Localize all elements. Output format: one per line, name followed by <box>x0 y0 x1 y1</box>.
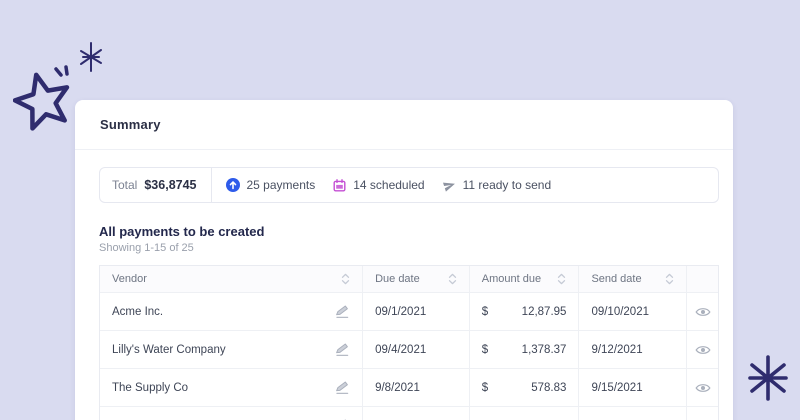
amount-due-cell: $ 1,378.37 <box>470 331 580 368</box>
view-payment-cell <box>687 293 718 330</box>
arrow-up-circle-icon <box>226 178 240 192</box>
sparkle-star-icon <box>76 42 106 72</box>
due-date-cell: 09/1/2021 <box>363 293 470 330</box>
vendor-name: The Supply Co <box>112 382 188 394</box>
currency-symbol: $ <box>482 382 488 394</box>
view-payment-cell <box>687 331 718 368</box>
calendar-icon <box>333 179 346 192</box>
currency-symbol: $ <box>482 344 488 356</box>
divider <box>211 168 212 203</box>
stat-label: 14 scheduled <box>353 178 424 192</box>
amount-value: 12,87.95 <box>522 306 567 318</box>
sparkle-burst-icon <box>744 354 792 402</box>
table-row: Lilly's Water Company 09/4/2021 $ 1,378.… <box>100 331 718 369</box>
sort-icon[interactable] <box>665 273 674 285</box>
edit-pen-icon[interactable] <box>334 380 350 395</box>
currency-symbol: $ <box>482 306 488 318</box>
page-title: Summary <box>100 117 161 132</box>
due-date-cell: 09/4/2021 <box>363 331 470 368</box>
column-header-actions <box>687 266 718 292</box>
amount-value: 578.83 <box>531 382 566 394</box>
due-date-cell: 9/8/2021 <box>363 369 470 406</box>
vendor-name: Lilly's Water Company <box>112 344 226 356</box>
stat-payments: 25 payments <box>226 178 316 192</box>
table-row: Acme Inc. 09/1/2021 $ 12,87.95 09/10/202… <box>100 293 718 331</box>
send-date-cell: 9/15/2021 <box>579 369 687 406</box>
send-date-cell: 9/17/2021 <box>579 407 687 420</box>
view-payment-cell <box>687 407 718 420</box>
pagination-status: Showing 1-15 of 25 <box>99 242 719 254</box>
view-payment-cell <box>687 369 718 406</box>
sort-icon[interactable] <box>341 273 350 285</box>
send-date-cell: 9/12/2021 <box>579 331 687 368</box>
amount-due-cell: $ 578.83 <box>470 369 580 406</box>
table-header-row: Vendor Due date Amount due <box>100 266 718 293</box>
summary-card: Summary Total $36,8745 25 payments <box>75 100 733 420</box>
eye-icon[interactable] <box>695 382 711 394</box>
summary-stats-bar: Total $36,8745 25 payments 14 scheduled <box>99 167 719 203</box>
send-date-cell: 09/10/2021 <box>579 293 687 330</box>
amount-due-cell: $ 12,87.95 <box>470 293 580 330</box>
section-heading: All payments to be created <box>99 224 719 239</box>
vendor-cell: The Supply Co <box>100 369 363 406</box>
vendor-cell: ABC Manufacturing <box>100 407 363 420</box>
column-header-vendor[interactable]: Vendor <box>100 266 363 292</box>
sort-icon[interactable] <box>557 273 566 285</box>
eye-icon[interactable] <box>695 306 711 318</box>
vendor-cell: Lilly's Water Company <box>100 331 363 368</box>
edit-pen-icon[interactable] <box>334 342 350 357</box>
amount-due-cell: $ 978.56 <box>470 407 580 420</box>
total-label: Total <box>112 178 137 192</box>
stat-scheduled: 14 scheduled <box>333 178 424 192</box>
table-row: ABC Manufacturing 9/10/2021 $ 978.56 9/1… <box>100 407 718 420</box>
vendor-cell: Acme Inc. <box>100 293 363 330</box>
stat-ready-to-send: 11 ready to send <box>443 178 552 192</box>
total-value: $36,8745 <box>144 178 196 192</box>
paper-plane-icon <box>443 179 456 192</box>
stat-label: 25 payments <box>247 178 316 192</box>
payments-table: Vendor Due date Amount due <box>99 265 719 420</box>
edit-pen-icon[interactable] <box>334 304 350 319</box>
vendor-name: Acme Inc. <box>112 306 163 318</box>
column-header-due-date[interactable]: Due date <box>363 266 470 292</box>
sort-icon[interactable] <box>448 273 457 285</box>
stat-label: 11 ready to send <box>463 178 552 192</box>
hand-drawn-star-icon <box>13 62 79 132</box>
card-header: Summary <box>75 100 733 150</box>
amount-value: 1,378.37 <box>522 344 567 356</box>
due-date-cell: 9/10/2021 <box>363 407 470 420</box>
column-header-amount-due[interactable]: Amount due <box>470 266 580 292</box>
table-row: The Supply Co 9/8/2021 $ 578.83 9/15/202… <box>100 369 718 407</box>
column-header-send-date[interactable]: Send date <box>579 266 687 292</box>
total-group: Total $36,8745 <box>112 178 211 192</box>
eye-icon[interactable] <box>695 344 711 356</box>
